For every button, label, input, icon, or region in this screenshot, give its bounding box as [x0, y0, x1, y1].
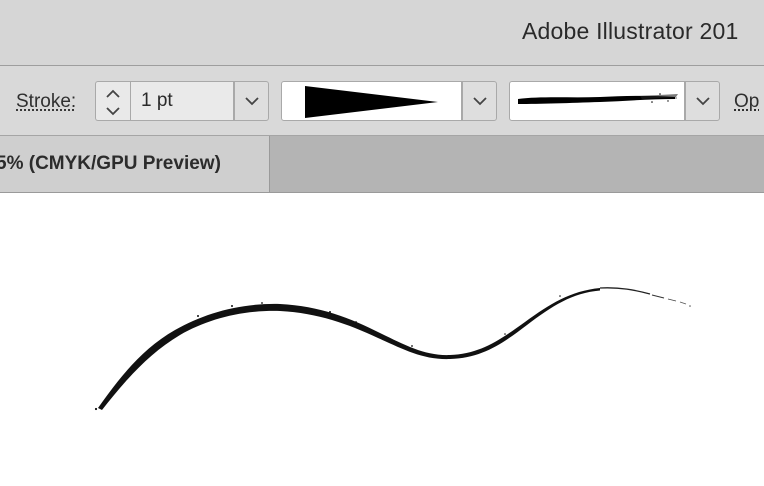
chevron-down-icon — [245, 97, 259, 106]
document-tab[interactable]: 5% (CMYK/GPU Preview) — [0, 136, 270, 192]
stepper-arrows-icon — [106, 89, 120, 116]
chevron-down-icon — [473, 97, 487, 106]
brush-stroke-path[interactable] — [0, 193, 764, 486]
width-profile-dropdown-button[interactable] — [462, 81, 497, 121]
control-bar: Stroke: 1 pt Op — [0, 66, 764, 136]
brush-definition-selector[interactable] — [509, 81, 685, 121]
artboard-canvas[interactable] — [0, 193, 764, 486]
charcoal-brush-preview — [518, 93, 678, 104]
document-tab-label: 5% (CMYK/GPU Preview) — [0, 153, 221, 174]
stroke-weight-input[interactable]: 1 pt — [130, 81, 234, 121]
illustrator-window: Adobe Illustrator 201 Stroke: 1 pt Op 5%… — [0, 0, 764, 486]
stroke-weight-dropdown-button[interactable] — [234, 81, 269, 121]
width-profile-preview — [305, 86, 438, 118]
document-tab-bar: 5% (CMYK/GPU Preview) — [0, 136, 764, 193]
title-bar: Adobe Illustrator 201 — [0, 0, 764, 66]
stroke-weight-stepper[interactable] — [95, 81, 130, 121]
brush-dropdown-button[interactable] — [685, 81, 720, 121]
app-title: Adobe Illustrator 201 — [522, 18, 739, 44]
variable-width-profile-selector[interactable] — [281, 81, 462, 121]
chevron-down-icon — [696, 97, 710, 106]
stroke-panel-link[interactable]: Stroke: — [16, 91, 76, 113]
opacity-panel-link[interactable]: Op — [734, 91, 759, 113]
